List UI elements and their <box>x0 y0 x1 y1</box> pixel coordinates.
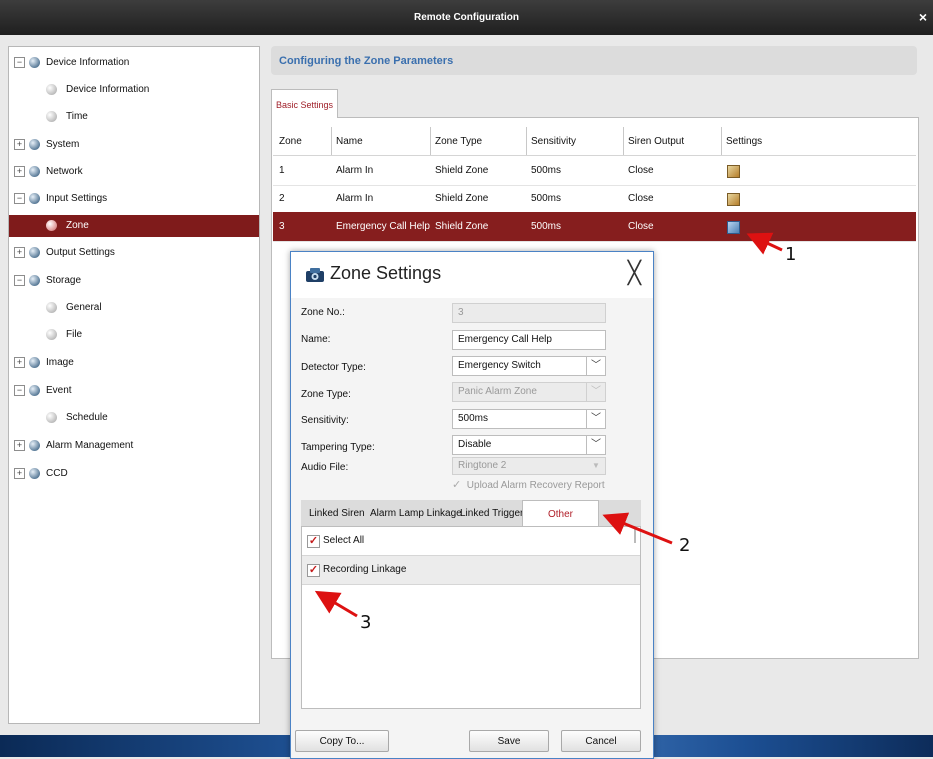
annotation-arrow-3 <box>314 590 358 618</box>
annotation-label-3: 3 <box>360 612 372 633</box>
annotation-label-2: 2 <box>679 535 691 556</box>
annotation-label-1: 1 <box>785 244 797 265</box>
annotation-arrows <box>314 232 783 618</box>
annotation-arrow-2 <box>602 512 673 545</box>
annotation-arrow-1 <box>746 232 783 255</box>
